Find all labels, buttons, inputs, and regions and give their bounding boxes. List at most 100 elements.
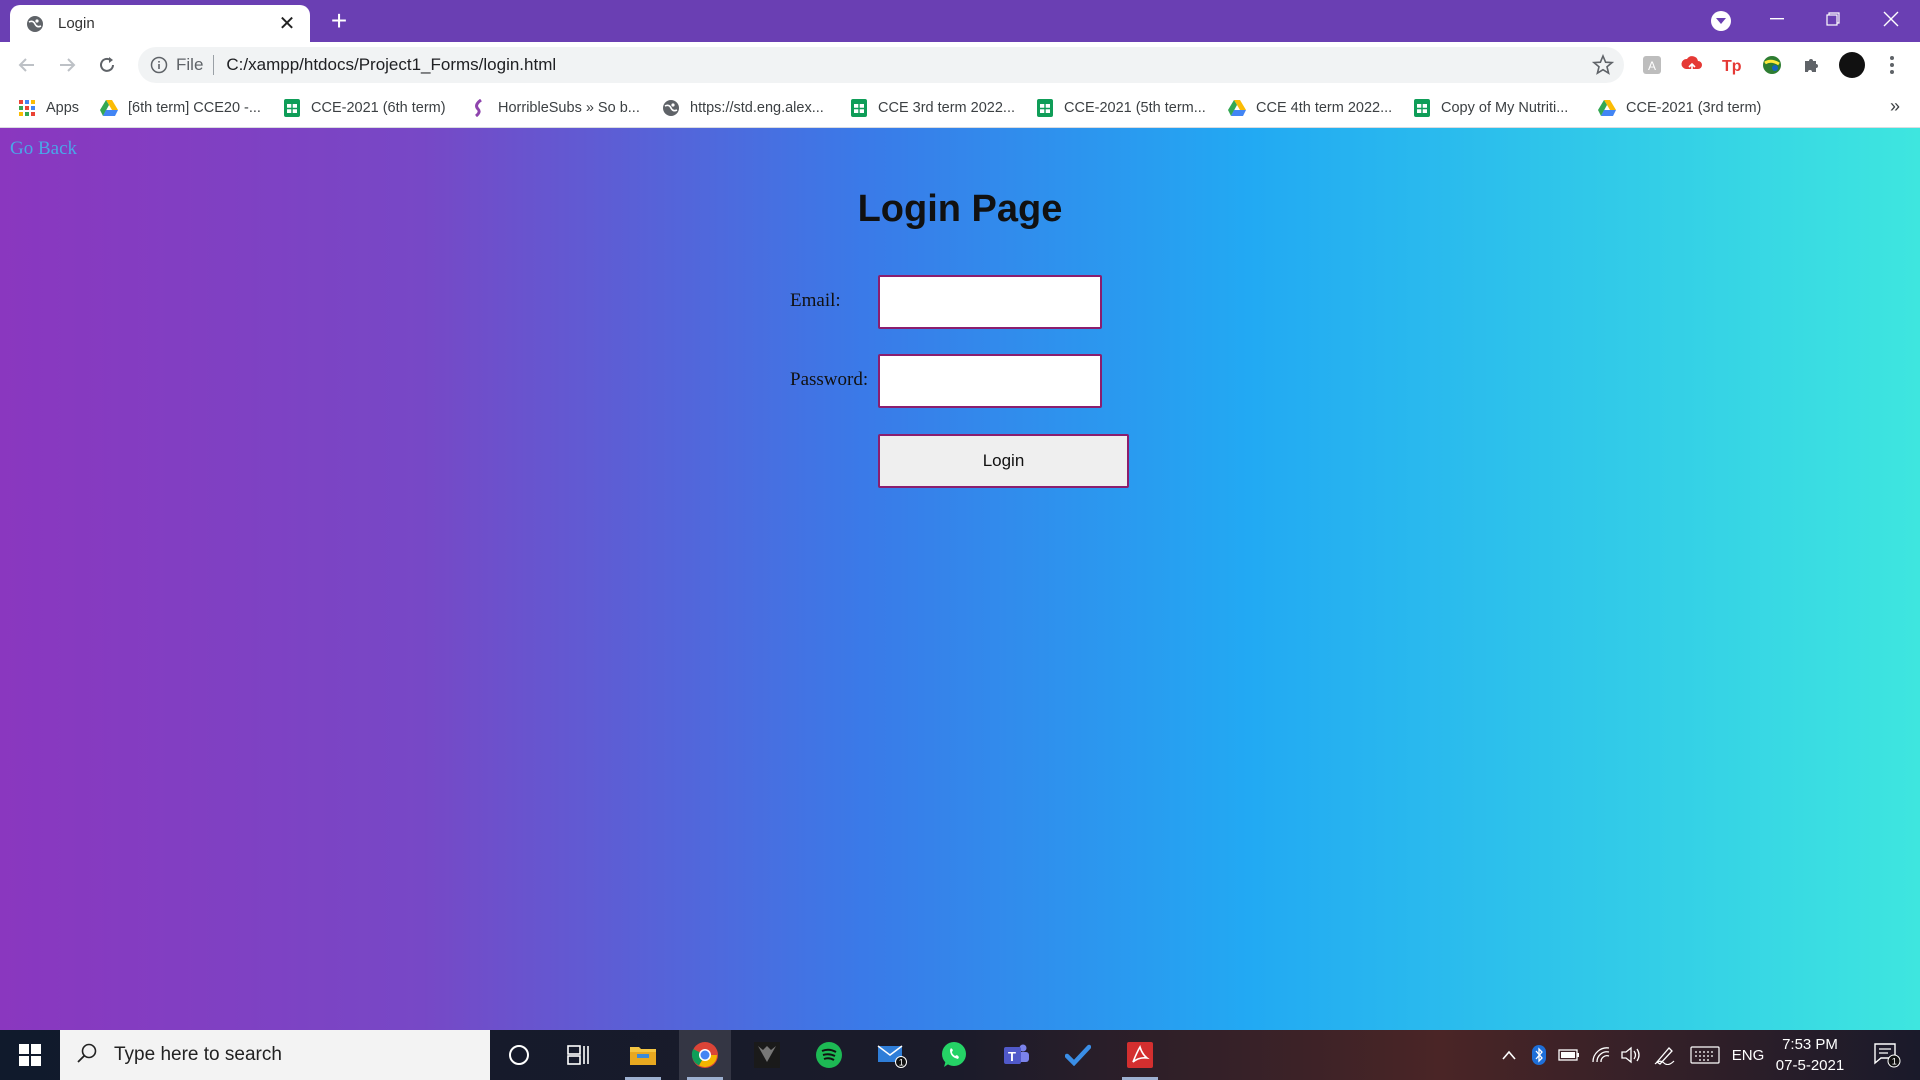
bookmark-label: CCE 3rd term 2022... (878, 100, 1015, 116)
tp-extension-icon[interactable]: Tp (1720, 53, 1744, 77)
volume-icon[interactable] (1618, 1030, 1644, 1080)
chrome-icon[interactable] (679, 1030, 731, 1080)
bookmarks-bar: Apps [6th term] CCE20 -... CCE-2021 (6th… (0, 88, 1920, 128)
page-title: Login Page (857, 188, 1063, 230)
google-sheets-icon (850, 99, 868, 117)
globe-icon (26, 15, 44, 33)
task-view-icon[interactable] (553, 1030, 605, 1080)
close-tab-icon[interactable]: ✕ (276, 13, 298, 35)
google-drive-icon (1228, 99, 1246, 117)
minimize-icon[interactable] (1754, 4, 1800, 34)
clock-date: 07-5-2021 (1775, 1057, 1845, 1074)
taskbar-clock[interactable]: 7:53 PM 07-5-2021 (1770, 1034, 1850, 1076)
reload-icon[interactable] (92, 50, 122, 80)
extension-gray-icon[interactable]: A (1640, 53, 1664, 77)
bookmark-label: [6th term] CCE20 -... (128, 100, 261, 116)
bookmark-label: CCE 4th term 2022... (1256, 100, 1393, 116)
show-hidden-icons-chevron-icon[interactable] (1498, 1030, 1520, 1080)
bookmark-6th-term-drive[interactable]: [6th term] CCE20 -... (100, 96, 261, 120)
search-placeholder: Type here to search (114, 1044, 282, 1065)
spotify-icon[interactable] (803, 1030, 855, 1080)
restore-icon[interactable] (1810, 4, 1856, 34)
info-icon[interactable] (150, 56, 168, 74)
svg-text:A: A (1648, 59, 1656, 73)
google-sheets-icon (1413, 99, 1431, 117)
bookmark-label: HorribleSubs » So b... (498, 100, 640, 116)
bookmark-label: CCE-2021 (6th term) (311, 100, 446, 116)
bookmark-cce-5th-term[interactable]: CCE-2021 (5th term... (1036, 96, 1206, 120)
address-bar[interactable]: File C:/xampp/htdocs/Project1_Forms/logi… (138, 47, 1624, 83)
password-field[interactable] (878, 354, 1102, 408)
globe-extension-icon[interactable] (1760, 53, 1784, 77)
bookmark-nutrition[interactable]: Copy of My Nutriti... (1413, 96, 1568, 120)
bookmark-std-eng-alex[interactable]: https://std.eng.alex... (662, 96, 824, 120)
bookmark-cce-3rd-term-2022[interactable]: CCE 3rd term 2022... (850, 96, 1015, 120)
notification-badge: 1 (1892, 1057, 1897, 1067)
address-url[interactable]: C:/xampp/htdocs/Project1_Forms/login.htm… (226, 55, 1592, 75)
cloud-upload-extension-icon[interactable] (1680, 53, 1704, 77)
battery-icon[interactable] (1556, 1030, 1582, 1080)
menu-kebab-icon[interactable] (1880, 53, 1904, 77)
wifi-icon[interactable] (1588, 1030, 1614, 1080)
tab-title: Login (58, 15, 95, 32)
input-language-indicator[interactable]: ENG (1730, 1030, 1766, 1080)
google-sheets-icon (1036, 99, 1054, 117)
browser-toolbar: File C:/xampp/htdocs/Project1_Forms/logi… (0, 42, 1920, 88)
browser-tab-strip: Login ✕ + (0, 0, 1920, 42)
clock-time: 7:53 PM (1782, 1036, 1838, 1053)
whatsapp-icon[interactable] (928, 1030, 980, 1080)
file-explorer-icon[interactable] (617, 1030, 669, 1080)
tab-search-icon[interactable] (1711, 11, 1731, 31)
bookmark-label: https://std.eng.alex... (690, 100, 824, 116)
address-scheme: File (176, 55, 204, 74)
email-label: Email: (790, 290, 841, 311)
bookmark-cce-3rd-term[interactable]: CCE-2021 (3rd term) (1598, 96, 1761, 120)
avatar[interactable] (1838, 51, 1866, 79)
windows-start-icon[interactable] (0, 1030, 60, 1080)
page-viewport: Go Back Login Page Email: Password: Logi… (0, 128, 1920, 1030)
bookmark-label: Apps (46, 100, 80, 116)
search-icon (76, 1042, 98, 1069)
tab-login[interactable]: Login ✕ (10, 5, 310, 42)
horriblesubs-icon (470, 99, 488, 117)
todo-check-icon[interactable] (1052, 1030, 1104, 1080)
mail-badge: 1 (899, 1058, 904, 1068)
bookmark-label: CCE-2021 (3rd term) (1626, 100, 1762, 116)
google-drive-icon (1598, 99, 1616, 117)
svg-text:Tp: Tp (1722, 58, 1742, 75)
address-separator (213, 55, 215, 75)
bookmark-apps[interactable]: Apps (18, 96, 79, 120)
cortana-icon[interactable] (493, 1030, 545, 1080)
password-label: Password: (790, 369, 869, 390)
go-back-link[interactable]: Go Back (10, 138, 77, 160)
forward-arrow-icon[interactable] (52, 50, 82, 80)
email-field[interactable] (878, 275, 1102, 329)
close-window-icon[interactable] (1868, 4, 1914, 34)
svg-text:T: T (1008, 1049, 1016, 1064)
extensions-puzzle-icon[interactable] (1800, 53, 1824, 77)
new-tab-button[interactable]: + (325, 7, 353, 36)
bookmark-cce-6th-term[interactable]: CCE-2021 (6th term) (283, 96, 446, 120)
windows-taskbar: Type here to search 1 T ENG 7:53 PM 07-5… (0, 1030, 1920, 1080)
teams-icon[interactable]: T (990, 1030, 1042, 1080)
touch-keyboard-icon[interactable] (1688, 1030, 1722, 1080)
google-drive-icon (100, 99, 118, 117)
bookmark-cce-4th-term-2022[interactable]: CCE 4th term 2022... (1228, 96, 1392, 120)
bookmark-horriblesubs[interactable]: HorribleSubs » So b... (470, 96, 640, 120)
acrobat-reader-icon[interactable] (1114, 1030, 1166, 1080)
google-sheets-icon (283, 99, 301, 117)
mail-icon[interactable]: 1 (866, 1030, 918, 1080)
bookmark-star-icon[interactable] (1591, 53, 1615, 76)
bookmarks-overflow-chevron-icon[interactable]: » (1890, 96, 1900, 117)
taskbar-search-input[interactable]: Type here to search (60, 1030, 490, 1080)
bluetooth-icon[interactable] (1528, 1030, 1550, 1080)
bookmark-label: CCE-2021 (5th term... (1064, 100, 1206, 116)
globe-icon (662, 99, 680, 117)
bookmark-label: Copy of My Nutriti... (1441, 100, 1569, 116)
login-button[interactable]: Login (878, 434, 1129, 488)
apps-grid-icon (18, 99, 36, 117)
action-center-icon[interactable]: 1 (1862, 1030, 1912, 1080)
pen-workspace-icon[interactable] (1652, 1030, 1678, 1080)
predator-sense-icon[interactable] (741, 1030, 793, 1080)
back-arrow-icon[interactable] (12, 50, 42, 80)
